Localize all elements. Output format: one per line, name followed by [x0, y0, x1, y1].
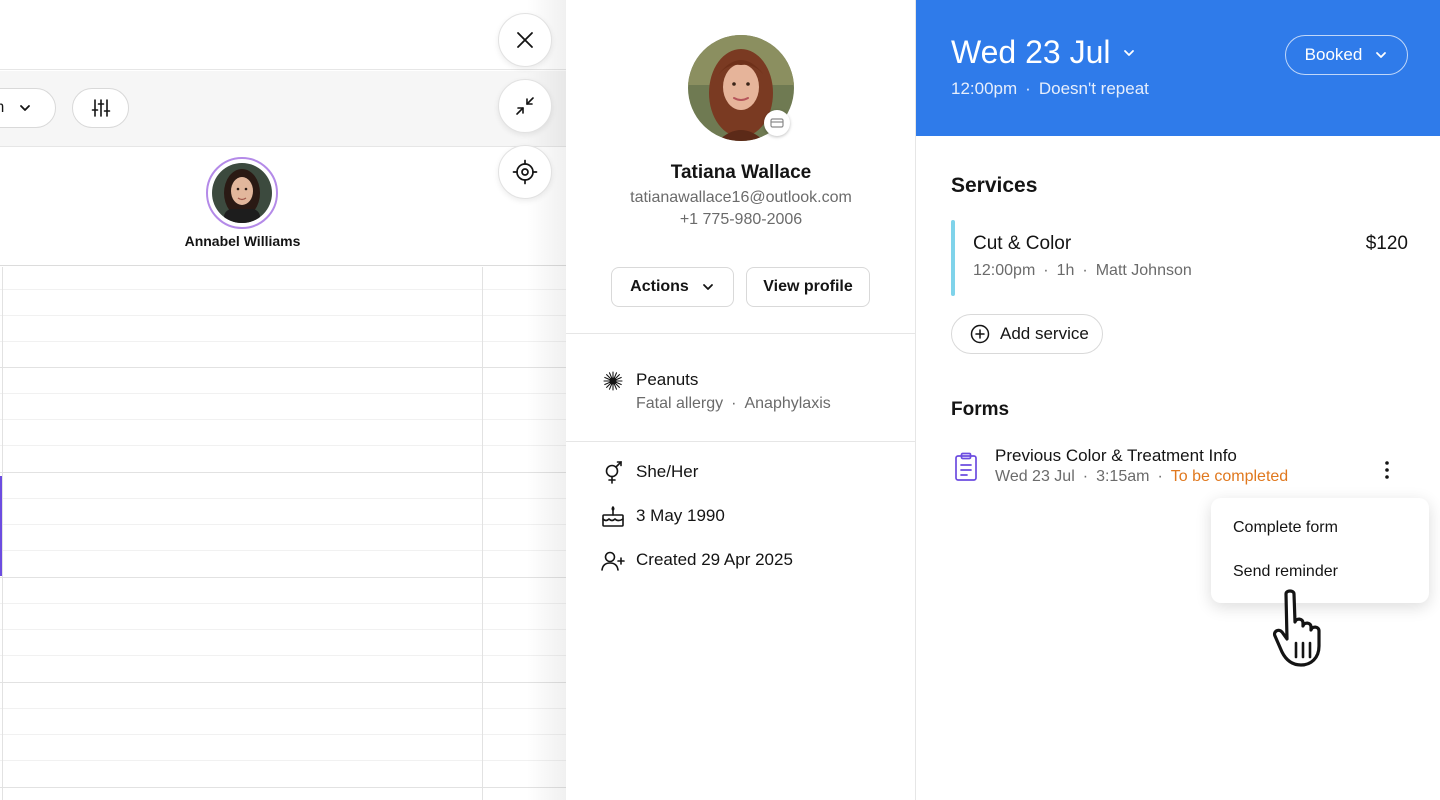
actions-button[interactable]: Actions — [611, 267, 734, 307]
chevron-down-icon — [20, 105, 31, 111]
appointment-date-picker[interactable]: Wed 23 Jul — [951, 34, 1137, 71]
appointment-repeat: Doesn't repeat — [1038, 79, 1149, 98]
calendar-topbar — [0, 0, 566, 70]
created-row: Created 29 Apr 2025 — [600, 548, 793, 574]
clipboard-icon — [953, 452, 979, 487]
appointment-date: Wed 23 Jul — [951, 34, 1111, 70]
crosshair-icon — [512, 159, 538, 185]
view-profile-button[interactable]: View profile — [746, 267, 870, 307]
cake-icon — [600, 504, 626, 530]
card-on-file-badge — [764, 110, 790, 136]
form-more-button[interactable] — [1377, 456, 1397, 484]
forms-title: Forms — [951, 399, 1010, 420]
calendar-pane: m Ann — [0, 0, 566, 800]
form-meta: Wed 23 Jul · 3:15am · To be completed — [995, 468, 1289, 485]
divider — [566, 441, 916, 442]
client-email[interactable]: tatianawallace16@outlook.com — [566, 189, 916, 207]
divider — [566, 333, 916, 334]
form-date: Wed 23 Jul — [995, 468, 1075, 485]
pronouns-row: She/Her — [600, 460, 698, 486]
allergy-row: Peanuts Fatal allergy · Anaphylaxis — [600, 368, 831, 416]
add-service-button[interactable]: Add service — [951, 314, 1103, 354]
calendar-toolbar: m — [0, 71, 566, 147]
services-title: Services — [951, 174, 1038, 197]
allergy-burst-icon — [600, 368, 626, 394]
allergy-details: Fatal allergy · Anaphylaxis — [636, 395, 831, 412]
chevron-down-icon — [1123, 49, 1134, 56]
client-pane: Tatiana Wallace tatianawallace16@outlook… — [566, 0, 916, 800]
close-icon — [517, 32, 533, 48]
appointment-time-meta[interactable]: 12:00pm · Doesn't repeat — [951, 79, 1149, 99]
service-card[interactable]: Cut & Color $120 12:00pm · 1h · Matt Johnson — [951, 220, 1408, 296]
birthday-row: 3 May 1990 — [600, 504, 725, 530]
view-dropdown[interactable]: m — [0, 88, 56, 128]
calendar-grid[interactable] — [0, 267, 566, 800]
add-service-label: Add service — [1000, 324, 1089, 343]
service-duration: 1h — [1056, 262, 1075, 279]
service-price: $120 — [1365, 233, 1408, 254]
chevron-down-icon — [1376, 52, 1387, 58]
view-profile-label: View profile — [763, 278, 853, 295]
menu-item-send-reminder[interactable]: Send reminder — [1233, 563, 1338, 581]
more-vertical-icon — [1385, 461, 1389, 479]
pronouns: She/Her — [636, 462, 699, 481]
credit-card-icon — [770, 118, 784, 128]
client-name: Tatiana Wallace — [670, 162, 812, 183]
status-dropdown[interactable]: Booked — [1285, 35, 1408, 75]
service-name: Cut & Color — [973, 233, 1072, 254]
appointment-time: 12:00pm — [951, 79, 1018, 98]
appointment-pane: Wed 23 Jul 12:00pm · Doesn't repeat Booked… — [916, 0, 1440, 800]
allergy-name: Peanuts — [636, 370, 699, 389]
grid-column-line — [482, 267, 483, 800]
allergy-reaction: Anaphylaxis — [744, 395, 831, 412]
team-header: Annabel Williams — [0, 147, 566, 266]
form-status: To be completed — [1170, 468, 1289, 485]
form-time: 3:15am — [1096, 468, 1150, 485]
service-time: 12:00pm — [973, 262, 1036, 279]
grid-column-line — [2, 267, 3, 800]
appointment-marker[interactable] — [0, 476, 2, 576]
user-plus-icon — [600, 548, 626, 574]
birthday: 3 May 1990 — [636, 506, 725, 525]
view-dropdown-label: m — [0, 99, 4, 117]
service-accent-bar — [951, 220, 955, 296]
collapse-icon — [516, 97, 534, 115]
status-label: Booked — [1304, 45, 1363, 64]
actions-button-label: Actions — [630, 278, 689, 295]
hand-pointer-cursor — [1272, 589, 1321, 667]
plus-circle-icon — [970, 324, 990, 344]
gender-icon — [600, 460, 626, 486]
created-date: Created 29 Apr 2025 — [636, 550, 793, 569]
team-member-avatar[interactable] — [206, 157, 278, 229]
client-phone[interactable]: +1 775-980-2006 — [566, 211, 916, 229]
service-staff: Matt Johnson — [1095, 262, 1192, 279]
form-item[interactable]: Previous Color & Treatment Info Wed 23 J… — [951, 444, 1408, 494]
locate-button[interactable] — [498, 145, 552, 199]
sliders-icon — [91, 99, 110, 117]
close-button[interactable] — [498, 13, 552, 67]
allergy-severity: Fatal allergy — [636, 395, 724, 412]
form-title: Previous Color & Treatment Info — [995, 446, 1237, 465]
team-member-name: Annabel Williams — [184, 233, 301, 249]
menu-item-complete-form[interactable]: Complete form — [1233, 519, 1338, 537]
service-meta: 12:00pm · 1h · Matt Johnson — [973, 262, 1192, 279]
appointment-header: Wed 23 Jul 12:00pm · Doesn't repeat Booked — [916, 0, 1440, 136]
collapse-button[interactable] — [498, 79, 552, 133]
filter-button[interactable] — [72, 88, 129, 128]
chevron-down-icon — [702, 284, 713, 290]
